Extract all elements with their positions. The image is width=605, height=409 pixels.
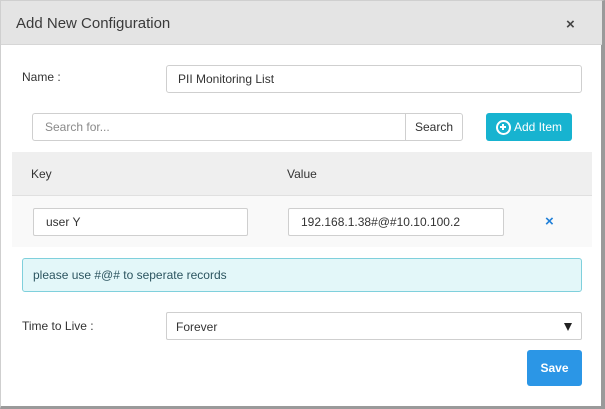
- plus-circle-icon: [495, 119, 511, 135]
- add-configuration-dialog: Add New Configuration × Name : Search Ad…: [0, 0, 605, 409]
- info-message: please use #@# to seperate records: [22, 258, 582, 292]
- info-message-text: please use #@# to seperate records: [33, 268, 227, 282]
- name-input[interactable]: [166, 65, 582, 93]
- save-button[interactable]: Save: [527, 350, 582, 386]
- column-header-key: Key: [31, 167, 52, 181]
- dialog-title: Add New Configuration: [16, 15, 171, 32]
- add-item-button[interactable]: Add Item: [486, 113, 572, 141]
- name-label: Name :: [22, 70, 61, 84]
- ttl-selected-value: Forever: [176, 320, 218, 334]
- column-header-value: Value: [287, 167, 317, 181]
- search-button[interactable]: Search: [405, 113, 463, 141]
- search-input[interactable]: [32, 113, 406, 141]
- table-row: ×: [12, 196, 592, 247]
- dropdown-arrow-icon: [564, 323, 572, 331]
- key-input[interactable]: [33, 208, 248, 236]
- dialog-header: Add New Configuration ×: [1, 1, 602, 45]
- add-item-label: Add Item: [513, 120, 563, 134]
- ttl-label: Time to Live :: [22, 319, 94, 333]
- remove-row-icon[interactable]: ×: [545, 213, 554, 231]
- table-header: Key Value: [12, 152, 592, 196]
- close-icon[interactable]: ×: [566, 16, 575, 34]
- ttl-select[interactable]: Forever: [166, 312, 582, 340]
- value-input[interactable]: [288, 208, 504, 236]
